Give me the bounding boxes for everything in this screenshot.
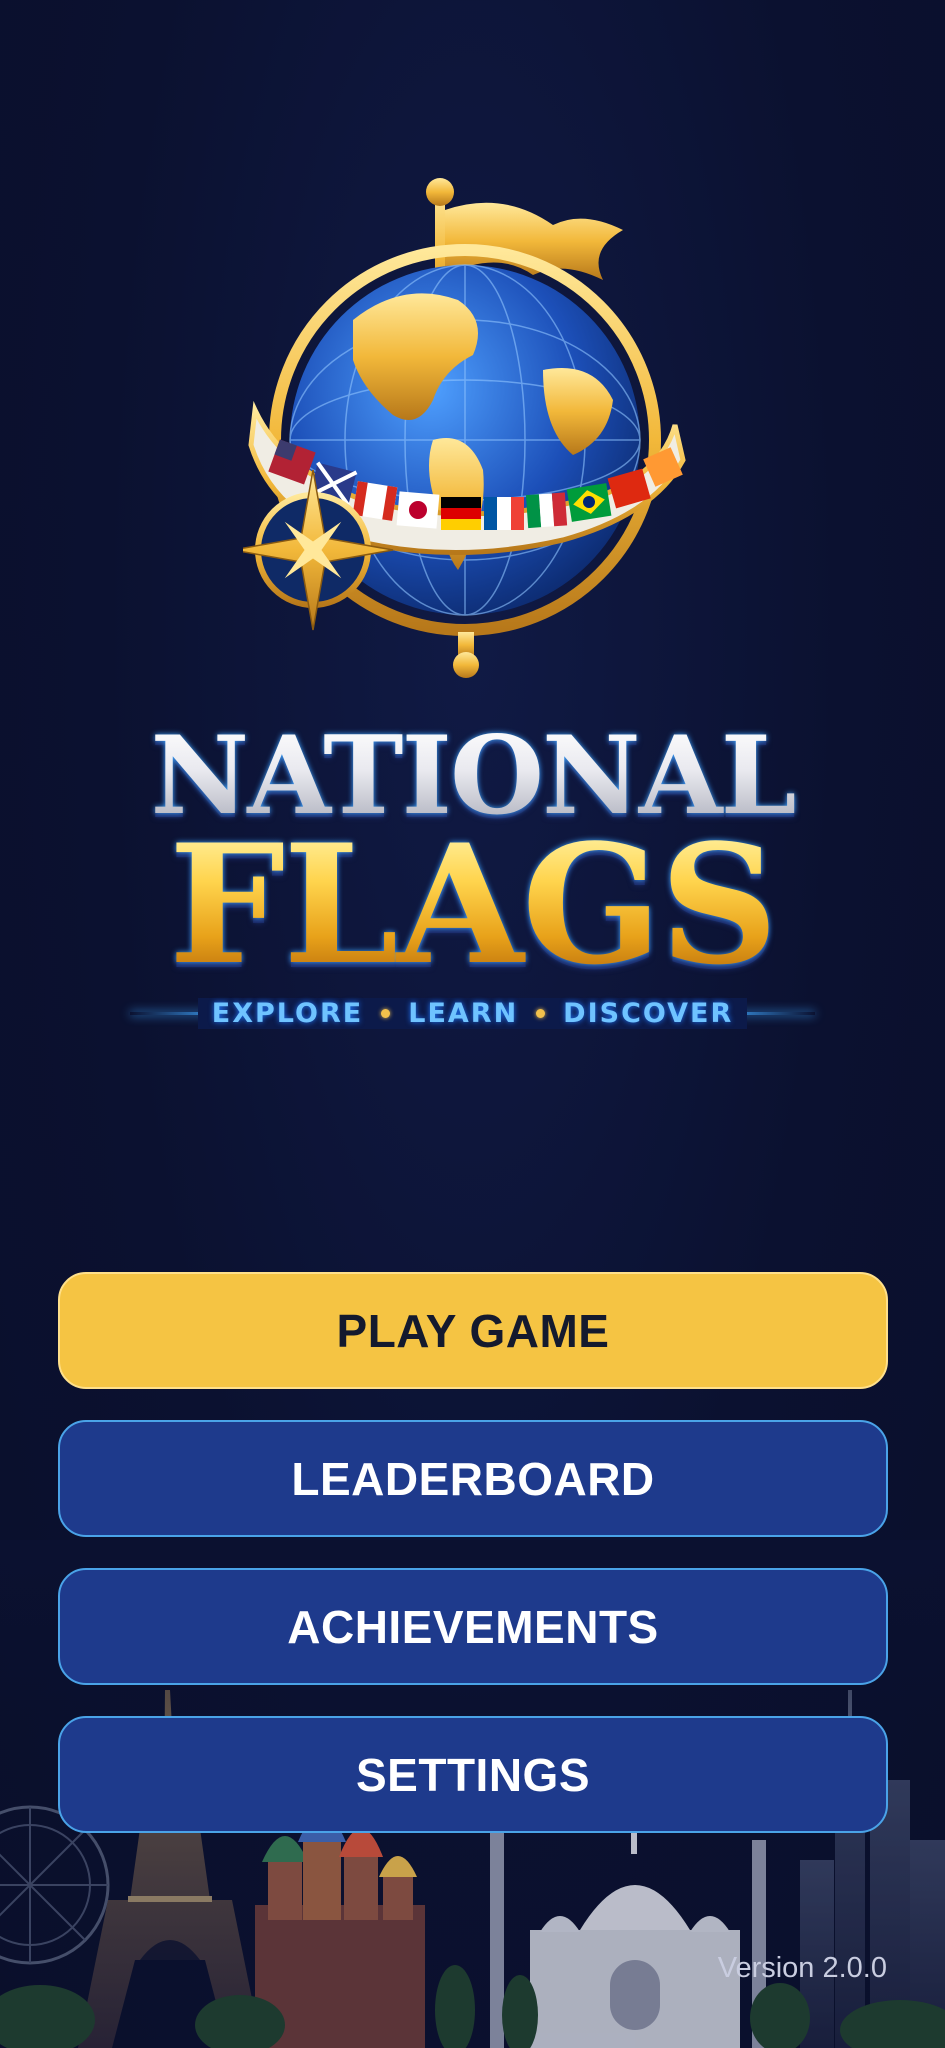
tagline-discover: DISCOVER (563, 997, 734, 1029)
bullet-dot-icon (536, 1008, 546, 1018)
globe-with-flag-icon (242, 178, 686, 678)
version-label: Version 2.0.0 (717, 1952, 887, 1984)
main-menu-screen: NATIONAL FLAGS EXPLORE LEARN DISCOVER PL… (0, 0, 945, 2048)
achievements-button[interactable]: ACHIEVEMENTS (58, 1568, 888, 1685)
settings-button[interactable]: SETTINGS (58, 1716, 888, 1833)
tagline-learn: LEARN (408, 997, 519, 1029)
play-game-button[interactable]: PLAY GAME (58, 1272, 888, 1389)
bullet-dot-icon (381, 1008, 391, 1018)
leaderboard-button[interactable]: LEADERBOARD (58, 1420, 888, 1537)
app-title: NATIONAL FLAGS (0, 720, 945, 987)
tagline: EXPLORE LEARN DISCOVER (130, 994, 815, 1032)
app-logo-emblem (0, 170, 945, 690)
tagline-explore: EXPLORE (211, 997, 364, 1029)
title-flags: FLAGS (0, 823, 945, 987)
main-menu: PLAY GAME LEADERBOARD ACHIEVEMENTS SETTI… (58, 1272, 888, 1864)
